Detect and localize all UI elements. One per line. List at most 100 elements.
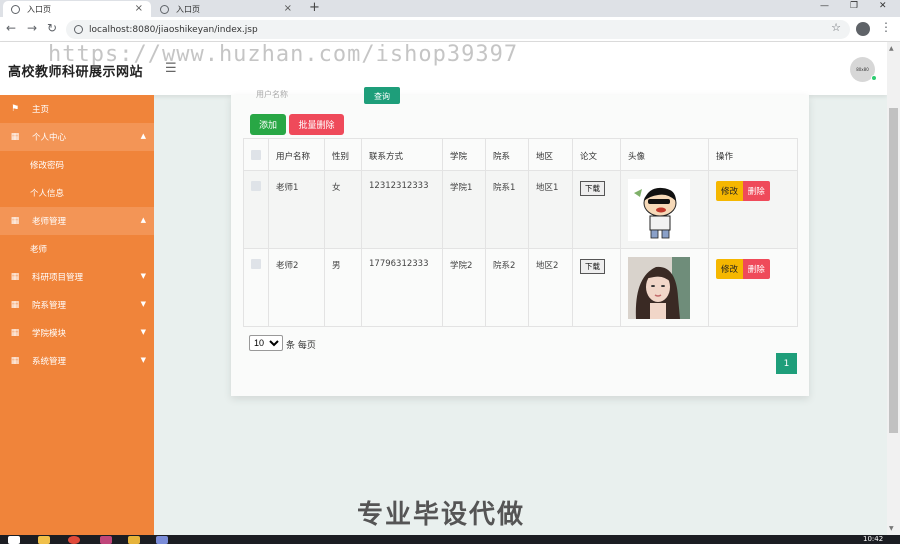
back-icon[interactable]: ← bbox=[6, 21, 16, 35]
app-icon[interactable] bbox=[156, 536, 168, 544]
caret-down-icon: ▼ bbox=[140, 272, 146, 280]
caret-up-icon: ▲ bbox=[140, 132, 146, 140]
tab-title: 入口页 bbox=[27, 4, 51, 14]
cell-region: 地区2 bbox=[528, 248, 573, 327]
flag-icon: ⚑ bbox=[10, 104, 20, 114]
grid-icon: ▦ bbox=[10, 216, 20, 226]
cell-college: 学院2 bbox=[442, 248, 486, 327]
browser-tab-active[interactable]: 入口页 × bbox=[3, 1, 151, 17]
sidebar-item-teacher-management[interactable]: ▦ 老师管理 ▲ bbox=[0, 207, 154, 235]
sidebar-item-research-projects[interactable]: ▦ 科研项目管理 ▼ bbox=[0, 263, 154, 291]
file-explorer-icon[interactable] bbox=[38, 536, 50, 544]
sidebar-item-label: 个人中心 bbox=[32, 133, 67, 143]
table-header-row: 用户名称 性别 联系方式 学院 院系 地区 论文 头像 操作 bbox=[243, 138, 798, 171]
delete-button[interactable]: 删除 bbox=[742, 259, 770, 279]
column-header: 院系 bbox=[485, 138, 529, 171]
page-number-button[interactable]: 1 bbox=[776, 353, 797, 374]
sidebar-item-college-module[interactable]: ▦ 学院模块 ▼ bbox=[0, 319, 154, 347]
cell-name: 老师2 bbox=[268, 248, 325, 327]
app-icon[interactable] bbox=[128, 536, 140, 544]
minimize-icon[interactable]: — bbox=[820, 1, 829, 11]
sidebar-item-teacher[interactable]: 老师 bbox=[0, 235, 154, 263]
forward-icon[interactable]: → bbox=[27, 21, 37, 35]
avatar-cartoon-image bbox=[628, 179, 690, 241]
app-icon[interactable] bbox=[100, 536, 112, 544]
scroll-up-icon[interactable]: ▲ bbox=[889, 45, 894, 52]
sidebar-item-label: 主页 bbox=[32, 105, 50, 115]
sidebar-item-personal-center[interactable]: ▦ 个人中心 ▲ bbox=[0, 123, 154, 151]
browser-menu-icon[interactable]: ⋮ bbox=[880, 20, 892, 34]
sidebar-item-label: 学院模块 bbox=[32, 329, 67, 339]
add-button[interactable]: 添加 bbox=[250, 114, 286, 135]
new-tab-icon[interactable]: + bbox=[309, 0, 320, 15]
caret-down-icon: ▼ bbox=[140, 356, 146, 364]
tab-title: 入口页 bbox=[176, 4, 200, 14]
row-select-cell bbox=[243, 248, 269, 327]
download-button[interactable]: 下载 bbox=[580, 181, 605, 196]
select-all-checkbox[interactable] bbox=[251, 150, 261, 160]
scrollbar-thumb[interactable] bbox=[889, 108, 898, 433]
globe-icon bbox=[160, 4, 169, 14]
sidebar-item-label: 院系管理 bbox=[32, 301, 67, 311]
column-header: 地区 bbox=[528, 138, 573, 171]
row-checkbox[interactable] bbox=[251, 181, 261, 191]
edit-button[interactable]: 修改 bbox=[716, 259, 744, 279]
sidebar-item-label: 个人信息 bbox=[30, 189, 65, 199]
globe-icon bbox=[11, 4, 20, 14]
scroll-down-icon[interactable]: ▼ bbox=[889, 525, 894, 532]
site-info-icon[interactable] bbox=[74, 25, 83, 34]
cell-actions: 修改 删除 bbox=[708, 248, 798, 327]
cell-actions: 修改 删除 bbox=[708, 170, 798, 249]
avatar-photo-image bbox=[628, 257, 690, 319]
column-header: 论文 bbox=[572, 138, 621, 171]
sidebar-item-system-management[interactable]: ▦ 系统管理 ▼ bbox=[0, 347, 154, 375]
grid-icon: ▦ bbox=[10, 328, 20, 338]
cell-department: 院系1 bbox=[485, 170, 529, 249]
download-button[interactable]: 下载 bbox=[580, 259, 605, 274]
search-button[interactable]: 查询 bbox=[364, 87, 400, 104]
cell-paper: 下载 bbox=[572, 170, 621, 249]
table-row: 老师2 男 17796312333 学院2 院系2 地区2 下载 修改 删除 bbox=[243, 248, 798, 327]
row-select-cell bbox=[243, 170, 269, 249]
watermark-text: https://www.huzhan.com/ishop39397 bbox=[48, 42, 519, 67]
address-bar[interactable]: localhost:8080/jiaoshikeyan/index.jsp ☆ bbox=[66, 20, 850, 39]
sidebar-item-label: 老师管理 bbox=[32, 217, 67, 227]
close-tab-icon[interactable]: × bbox=[284, 3, 292, 14]
column-header: 学院 bbox=[442, 138, 486, 171]
promo-overlay-text: 专业毕设代做 bbox=[357, 500, 526, 530]
grid-icon: ▦ bbox=[10, 356, 20, 366]
search-input[interactable]: 用户名称 bbox=[250, 85, 350, 105]
start-icon[interactable] bbox=[8, 536, 20, 544]
column-header: 性别 bbox=[324, 138, 362, 171]
column-header: 头像 bbox=[620, 138, 709, 171]
online-status-dot bbox=[871, 75, 877, 81]
cell-college: 学院1 bbox=[442, 170, 486, 249]
cell-name: 老师1 bbox=[268, 170, 325, 249]
caret-down-icon: ▼ bbox=[140, 328, 146, 336]
grid-icon: ▦ bbox=[10, 300, 20, 310]
batch-delete-button[interactable]: 批量删除 bbox=[289, 114, 344, 135]
teacher-table: 用户名称 性别 联系方式 学院 院系 地区 论文 头像 操作 老师1 女 123… bbox=[243, 138, 798, 327]
reload-icon[interactable]: ↻ bbox=[47, 21, 57, 35]
profile-icon[interactable] bbox=[856, 22, 870, 36]
chrome-icon[interactable] bbox=[68, 536, 80, 544]
page-size-select[interactable]: 10 bbox=[249, 335, 283, 351]
edit-button[interactable]: 修改 bbox=[716, 181, 744, 201]
sidebar-item-department-management[interactable]: ▦ 院系管理 ▼ bbox=[0, 291, 154, 319]
sidebar-item-label: 系统管理 bbox=[32, 357, 67, 367]
sidebar-item-personal-info[interactable]: 个人信息 bbox=[0, 179, 154, 207]
restore-icon[interactable]: ❐ bbox=[850, 1, 858, 11]
delete-button[interactable]: 删除 bbox=[742, 181, 770, 201]
cell-region: 地区1 bbox=[528, 170, 573, 249]
sidebar: ⚑ 主页 ▦ 个人中心 ▲ 修改密码 个人信息 ▦ 老师管理 ▲ 老师 ▦ 科研… bbox=[0, 95, 154, 544]
sidebar-item-change-password[interactable]: 修改密码 bbox=[0, 151, 154, 179]
cell-gender: 女 bbox=[324, 170, 362, 249]
sidebar-item-home[interactable]: ⚑ 主页 bbox=[0, 95, 154, 123]
browser-tab[interactable]: 入口页 × bbox=[152, 1, 300, 17]
select-all-cell bbox=[243, 138, 269, 171]
bookmark-star-icon[interactable]: ☆ bbox=[831, 21, 841, 34]
cell-avatar bbox=[620, 170, 709, 249]
window-close-icon[interactable]: ✕ bbox=[879, 1, 887, 11]
row-checkbox[interactable] bbox=[251, 259, 261, 269]
close-tab-icon[interactable]: × bbox=[135, 3, 143, 14]
